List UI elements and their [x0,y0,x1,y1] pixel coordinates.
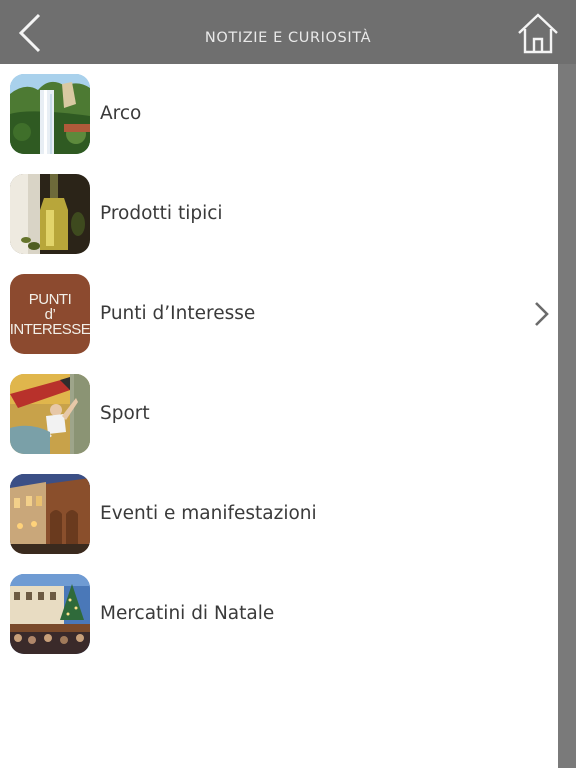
app-screen: NOTIZIE E CURIOSITÀ Arco Prodotti tipici… [0,0,576,768]
chevron-right-icon [535,302,549,326]
list-item-label: Mercatini di Natale [100,603,275,624]
list-item-arco[interactable]: Arco [0,64,558,164]
list-item-label: Arco [100,103,142,124]
badge-text-line-2: d’ [44,305,56,323]
evening-street-image [10,474,90,554]
list-item-label: Eventi e manifestazioni [100,503,317,524]
list-item-eventi-manifestazioni[interactable]: Eventi e manifestazioni [0,464,558,564]
olive-oil-bottle-image [10,174,90,254]
top-navigation-bar: NOTIZIE E CURIOSITÀ [0,0,576,64]
list-item-prodotti-tipici[interactable]: Prodotti tipici [0,164,558,264]
home-button[interactable] [516,12,560,54]
christmas-market-image [10,574,90,654]
list-item-label: Punti d’Interesse [100,303,256,324]
list-item-mercatini-natale[interactable]: Mercatini di Natale [0,564,558,664]
list-item-label: Prodotti tipici [100,203,223,224]
list-item-label: Sport [100,403,150,424]
menu-list: Arco Prodotti tipici PUNTI d’ INTERESSE … [0,64,558,768]
badge-text-line-1: PUNTI [28,290,72,308]
punti-interesse-badge: PUNTI d’ INTERESSE [10,274,90,354]
back-button[interactable] [10,10,50,56]
page-title: NOTIZIE E CURIOSITÀ [204,30,372,46]
chevron-left-icon [18,13,41,53]
climber-image [10,374,90,454]
list-item-punti-interesse[interactable]: PUNTI d’ INTERESSE Punti d’Interesse [0,264,558,364]
side-panel-edge [558,64,576,768]
badge-text-line-3: INTERESSE [10,320,90,338]
home-icon [518,13,558,54]
list-item-sport[interactable]: Sport [0,364,558,464]
waterfall-garden-image [10,74,90,154]
